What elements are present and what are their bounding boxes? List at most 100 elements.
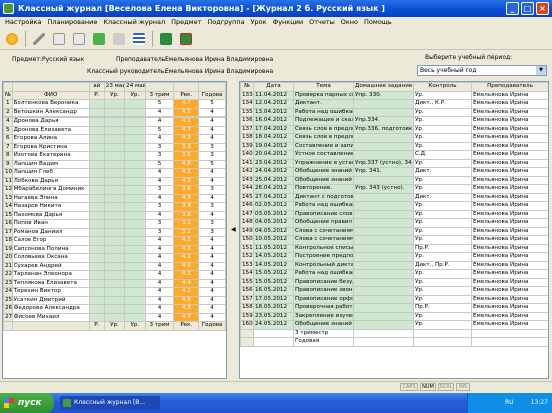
- table-cell[interactable]: 4: [198, 210, 226, 220]
- table-cell[interactable]: Пр.Р.: [413, 243, 472, 253]
- table-cell[interactable]: Пр.Р.: [413, 303, 472, 313]
- table-cell[interactable]: 4.8: [173, 159, 200, 169]
- lesson-row[interactable]: 139 19.04.2012 Составление и запис Ур. Емель…: [240, 141, 548, 151]
- table-cell[interactable]: [88, 134, 105, 144]
- student-row[interactable]: 7 Егорова Кристина 3 3.3 3: [3, 142, 226, 152]
- table-cell[interactable]: 13: [3, 193, 13, 203]
- table-cell[interactable]: Слова с сочетаниями: [293, 226, 354, 236]
- table-cell[interactable]: [353, 277, 414, 287]
- student-row[interactable]: 1 Болтенкова Вероника 5 4.7 5: [3, 99, 226, 109]
- table-cell[interactable]: Работа над ошибкам: [293, 107, 354, 117]
- table-cell[interactable]: 157: [240, 294, 254, 304]
- table-cell[interactable]: [103, 117, 126, 127]
- table-cell[interactable]: 3 триместр: [293, 328, 354, 338]
- table-cell[interactable]: 142: [240, 167, 254, 177]
- menu-subgroup[interactable]: Подгруппа: [204, 17, 247, 28]
- table-cell[interactable]: 15.05.2012: [253, 269, 294, 279]
- table-cell[interactable]: [124, 134, 146, 144]
- table-cell[interactable]: [103, 219, 126, 229]
- table-cell[interactable]: [103, 176, 126, 186]
- lesson-row[interactable]: 152 14.05.2012 Построение предлож Ур. Емелья…: [240, 252, 548, 262]
- student-row[interactable]: 5 Дронова Елизавета 5 4.7 4: [3, 125, 226, 135]
- table-cell[interactable]: 3.5: [173, 151, 200, 161]
- table-cell[interactable]: [88, 117, 105, 127]
- table-cell[interactable]: 4: [198, 168, 226, 178]
- table-cell[interactable]: 3: [144, 151, 175, 161]
- table-cell[interactable]: 12: [3, 185, 13, 195]
- table-cell[interactable]: 4.1: [173, 244, 200, 254]
- table-cell[interactable]: [353, 226, 414, 236]
- table-cell[interactable]: Ур.: [413, 116, 472, 126]
- table-cell[interactable]: 4: [198, 107, 226, 117]
- table-cell[interactable]: 4: [144, 168, 175, 178]
- student-row[interactable]: 19 Сапсонова Полина 4 4.1 4: [3, 244, 226, 254]
- table-cell[interactable]: [353, 150, 414, 160]
- table-cell[interactable]: 152: [240, 252, 254, 262]
- table-cell[interactable]: Упр. 343 (устно).: [353, 184, 414, 194]
- table-cell[interactable]: 3.3: [173, 202, 200, 212]
- table-cell[interactable]: Емельянова Ирина: [471, 192, 548, 202]
- period-select[interactable]: Весь учебный год ▼: [417, 65, 547, 76]
- table-cell[interactable]: 24.04.2012: [253, 167, 294, 177]
- table-cell[interactable]: [353, 337, 414, 347]
- col-control-header[interactable]: Контроль: [413, 82, 472, 92]
- table-cell[interactable]: 18.04.2012: [253, 133, 294, 143]
- pen-tool-button[interactable]: [30, 30, 48, 48]
- table-cell[interactable]: Лобкова Дарья: [11, 176, 90, 186]
- table-cell[interactable]: Проверка парных со: [293, 90, 354, 100]
- table-cell[interactable]: [88, 312, 105, 322]
- lesson-row[interactable]: 149 04.05.2012 Слова с сочетаниями Ур. Емель…: [240, 226, 548, 236]
- table-cell[interactable]: Емельянова Ирина: [471, 133, 548, 143]
- table-cell[interactable]: Пахомова Дарья: [11, 210, 90, 220]
- lesson-row[interactable]: 3 триместр: [240, 328, 548, 338]
- menu-settings[interactable]: Настройка: [2, 17, 44, 28]
- table-cell[interactable]: Ветошкин Александр: [11, 107, 90, 117]
- table-cell[interactable]: [88, 168, 105, 178]
- table-cell[interactable]: 7: [3, 142, 13, 152]
- panel-splitter[interactable]: ◀: [230, 81, 236, 379]
- table-cell[interactable]: 156: [240, 286, 254, 296]
- table-cell[interactable]: 4.5: [173, 295, 200, 305]
- table-cell[interactable]: [253, 337, 294, 347]
- table-cell[interactable]: 2: [3, 107, 13, 117]
- table-cell[interactable]: 155: [240, 277, 254, 287]
- add-row-button[interactable]: [50, 30, 68, 48]
- table-cell[interactable]: [88, 176, 105, 186]
- table-cell[interactable]: Работа над ошибкам: [293, 201, 354, 211]
- table-cell[interactable]: [353, 328, 414, 338]
- table-cell[interactable]: Ур.: [413, 158, 472, 168]
- lesson-row[interactable]: 15111.05.2012Контрольное списыва Пр.Р.Еме…: [240, 243, 548, 253]
- table-cell[interactable]: Правописание слов с: [293, 209, 354, 219]
- table-cell[interactable]: [103, 253, 126, 263]
- student-row[interactable]: 4 Дронова Дарья 4 4.1 4: [3, 117, 226, 127]
- table-cell[interactable]: С.Д.: [413, 150, 472, 160]
- table-cell[interactable]: 3: [198, 142, 226, 152]
- table-cell[interactable]: 14: [3, 202, 13, 212]
- table-cell[interactable]: [353, 209, 414, 219]
- table-cell[interactable]: 4: [198, 278, 226, 288]
- table-cell[interactable]: Ур.: [413, 124, 472, 134]
- table-cell[interactable]: 24: [3, 287, 13, 297]
- table-cell[interactable]: Ур.: [413, 218, 472, 228]
- table-cell[interactable]: [103, 159, 126, 169]
- student-row[interactable]: 12 Мбарабелинга Доминик 3 3.6 3: [3, 185, 226, 195]
- table-cell[interactable]: 148: [240, 218, 254, 228]
- table-cell[interactable]: [88, 159, 105, 169]
- table-cell[interactable]: [124, 219, 146, 229]
- table-cell[interactable]: [124, 227, 146, 237]
- table-cell[interactable]: [353, 269, 414, 279]
- table-cell[interactable]: Обобщение правил п: [293, 218, 354, 228]
- table-cell[interactable]: 4: [198, 244, 226, 254]
- table-cell[interactable]: Закрепление изучен: [293, 311, 354, 321]
- table-cell[interactable]: [88, 227, 105, 237]
- close-button[interactable]: ×: [536, 2, 549, 15]
- table-cell[interactable]: Ур.: [413, 294, 472, 304]
- table-cell[interactable]: [103, 236, 126, 246]
- table-cell[interactable]: 4: [144, 107, 175, 117]
- table-cell[interactable]: 4.7: [173, 99, 200, 109]
- table-cell[interactable]: 02.05.2012: [253, 201, 294, 211]
- col-topic-header[interactable]: Тема: [293, 82, 354, 92]
- table-cell[interactable]: 4: [144, 270, 175, 280]
- table-cell[interactable]: [103, 312, 126, 322]
- table-cell[interactable]: 3: [198, 151, 226, 161]
